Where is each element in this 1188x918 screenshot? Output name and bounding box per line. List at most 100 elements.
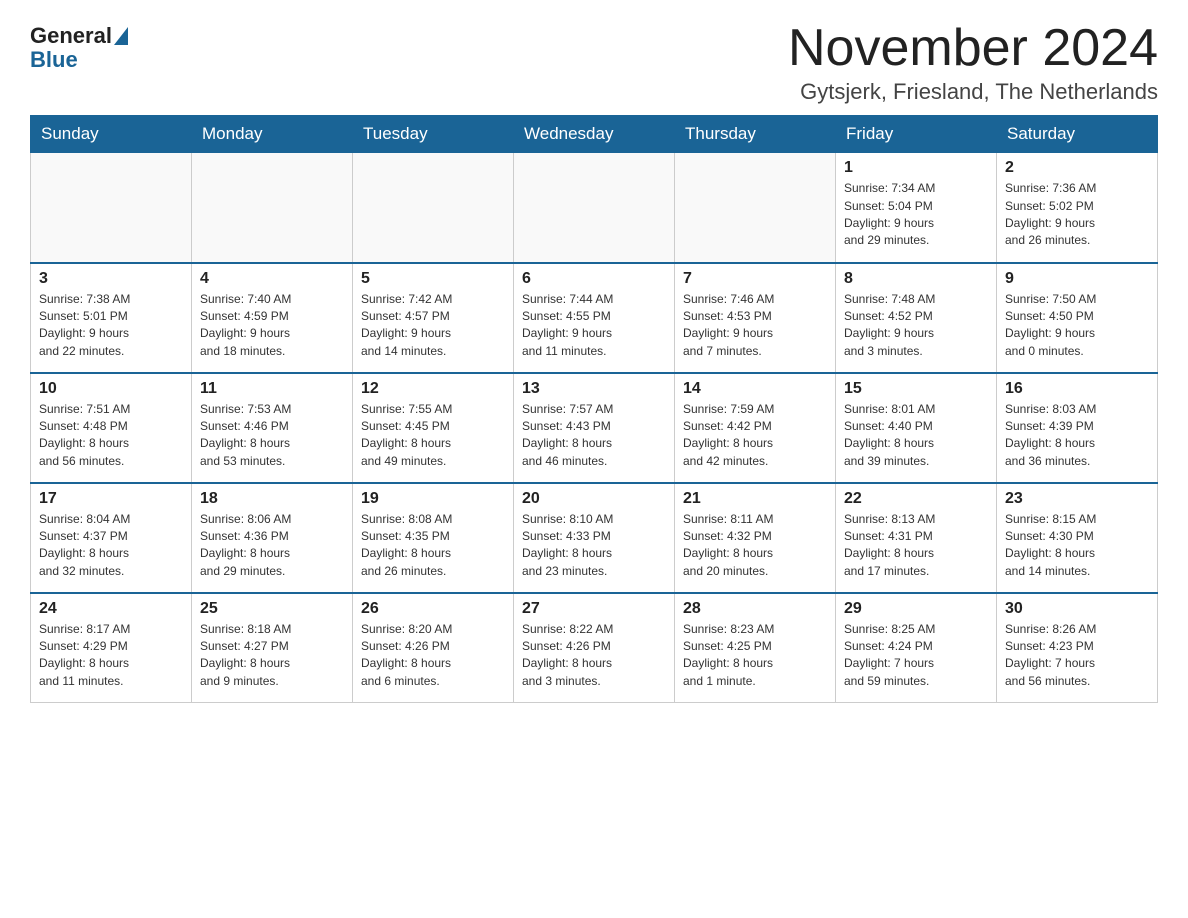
weekday-header-friday: Friday [836, 116, 997, 153]
day-info: Sunrise: 8:03 AM Sunset: 4:39 PM Dayligh… [1005, 401, 1149, 471]
calendar-cell [192, 153, 353, 263]
calendar-cell: 11Sunrise: 7:53 AM Sunset: 4:46 PM Dayli… [192, 373, 353, 483]
calendar-cell: 29 Sunrise: 8:25 AM Sunset: 4:24 PM Dayli… [836, 593, 997, 703]
day-info: Sunrise: 7:48 AM Sunset: 4:52 PM Dayligh… [844, 291, 988, 361]
day-info: Sunrise: 8:10 AM Sunset: 4:33 PM Dayligh… [522, 511, 666, 581]
calendar-cell: 8 Sunrise: 7:48 AM Sunset: 4:52 PM Daylig… [836, 263, 997, 373]
logo: General Blue [30, 20, 130, 73]
calendar-week-row: 24Sunrise: 8:17 AM Sunset: 4:29 PM Dayli… [31, 593, 1158, 703]
calendar-week-row: 10 Sunrise: 7:51 AM Sunset: 4:48 PM Dayli… [31, 373, 1158, 483]
page-header: General Blue November 2024 Gytsjerk, Fri… [30, 20, 1158, 105]
day-number: 28 [683, 600, 827, 618]
day-info: Sunrise: 8:25 AM Sunset: 4:24 PM Dayligh… [844, 621, 988, 691]
day-number: 18 [200, 490, 344, 508]
calendar-cell: 3 Sunrise: 7:38 AM Sunset: 5:01 PM Daylig… [31, 263, 192, 373]
calendar-cell: 22Sunrise: 8:13 AM Sunset: 4:31 PM Dayli… [836, 483, 997, 593]
calendar-cell: 28 Sunrise: 8:23 AM Sunset: 4:25 PM Dayli… [675, 593, 836, 703]
day-info: Sunrise: 7:34 AM Sunset: 5:04 PM Dayligh… [844, 180, 988, 250]
calendar-cell: 20 Sunrise: 8:10 AM Sunset: 4:33 PM Dayli… [514, 483, 675, 593]
calendar-cell: 18 Sunrise: 8:06 AM Sunset: 4:36 PM Dayli… [192, 483, 353, 593]
calendar-cell: 5 Sunrise: 7:42 AM Sunset: 4:57 PM Daylig… [353, 263, 514, 373]
calendar-cell: 23Sunrise: 8:15 AM Sunset: 4:30 PM Dayli… [997, 483, 1158, 593]
day-info: Sunrise: 8:18 AM Sunset: 4:27 PM Dayligh… [200, 621, 344, 691]
day-number: 23 [1005, 490, 1149, 508]
calendar-cell [353, 153, 514, 263]
day-info: Sunrise: 8:01 AM Sunset: 4:40 PM Dayligh… [844, 401, 988, 471]
weekday-header-saturday: Saturday [997, 116, 1158, 153]
day-number: 12 [361, 380, 505, 398]
day-info: Sunrise: 8:11 AM Sunset: 4:32 PM Dayligh… [683, 511, 827, 581]
calendar-cell: 6 Sunrise: 7:44 AM Sunset: 4:55 PM Daylig… [514, 263, 675, 373]
day-number: 1 [844, 159, 988, 177]
weekday-header-wednesday: Wednesday [514, 116, 675, 153]
day-number: 13 [522, 380, 666, 398]
day-info: Sunrise: 8:22 AM Sunset: 4:26 PM Dayligh… [522, 621, 666, 691]
weekday-header-tuesday: Tuesday [353, 116, 514, 153]
logo-blue-text: Blue [30, 47, 78, 72]
day-number: 20 [522, 490, 666, 508]
day-info: Sunrise: 8:23 AM Sunset: 4:25 PM Dayligh… [683, 621, 827, 691]
calendar-cell: 24Sunrise: 8:17 AM Sunset: 4:29 PM Dayli… [31, 593, 192, 703]
calendar-cell: 27 Sunrise: 8:22 AM Sunset: 4:26 PM Dayli… [514, 593, 675, 703]
day-number: 17 [39, 490, 183, 508]
day-info: Sunrise: 7:42 AM Sunset: 4:57 PM Dayligh… [361, 291, 505, 361]
day-number: 21 [683, 490, 827, 508]
calendar-cell: 12 Sunrise: 7:55 AM Sunset: 4:45 PM Dayli… [353, 373, 514, 483]
day-number: 16 [1005, 380, 1149, 398]
calendar-cell: 2 Sunrise: 7:36 AM Sunset: 5:02 PM Daylig… [997, 153, 1158, 263]
day-info: Sunrise: 8:04 AM Sunset: 4:37 PM Dayligh… [39, 511, 183, 581]
day-number: 30 [1005, 600, 1149, 618]
day-info: Sunrise: 7:44 AM Sunset: 4:55 PM Dayligh… [522, 291, 666, 361]
day-number: 10 [39, 380, 183, 398]
day-number: 22 [844, 490, 988, 508]
day-info: Sunrise: 8:06 AM Sunset: 4:36 PM Dayligh… [200, 511, 344, 581]
day-number: 27 [522, 600, 666, 618]
location-subtitle: Gytsjerk, Friesland, The Netherlands [788, 79, 1158, 105]
day-number: 6 [522, 270, 666, 288]
day-number: 24 [39, 600, 183, 618]
day-number: 2 [1005, 159, 1149, 177]
day-number: 29 [844, 600, 988, 618]
day-info: Sunrise: 7:50 AM Sunset: 4:50 PM Dayligh… [1005, 291, 1149, 361]
day-info: Sunrise: 8:08 AM Sunset: 4:35 PM Dayligh… [361, 511, 505, 581]
calendar-cell [675, 153, 836, 263]
calendar-week-row: 3 Sunrise: 7:38 AM Sunset: 5:01 PM Daylig… [31, 263, 1158, 373]
day-info: Sunrise: 7:36 AM Sunset: 5:02 PM Dayligh… [1005, 180, 1149, 250]
calendar-cell: 30 Sunrise: 8:26 AM Sunset: 4:23 PM Dayli… [997, 593, 1158, 703]
day-number: 15 [844, 380, 988, 398]
day-number: 9 [1005, 270, 1149, 288]
day-number: 14 [683, 380, 827, 398]
day-number: 19 [361, 490, 505, 508]
calendar-cell: 25 Sunrise: 8:18 AM Sunset: 4:27 PM Dayli… [192, 593, 353, 703]
calendar-cell: 15 Sunrise: 8:01 AM Sunset: 4:40 PM Dayli… [836, 373, 997, 483]
calendar-week-row: 17 Sunrise: 8:04 AM Sunset: 4:37 PM Dayli… [31, 483, 1158, 593]
day-info: Sunrise: 7:40 AM Sunset: 4:59 PM Dayligh… [200, 291, 344, 361]
weekday-header-thursday: Thursday [675, 116, 836, 153]
calendar-cell: 7 Sunrise: 7:46 AM Sunset: 4:53 PM Daylig… [675, 263, 836, 373]
day-number: 3 [39, 270, 183, 288]
calendar-cell: 4Sunrise: 7:40 AM Sunset: 4:59 PM Daylig… [192, 263, 353, 373]
day-number: 25 [200, 600, 344, 618]
day-info: Sunrise: 7:53 AM Sunset: 4:46 PM Dayligh… [200, 401, 344, 471]
day-info: Sunrise: 7:51 AM Sunset: 4:48 PM Dayligh… [39, 401, 183, 471]
calendar-cell [31, 153, 192, 263]
day-info: Sunrise: 7:59 AM Sunset: 4:42 PM Dayligh… [683, 401, 827, 471]
weekday-header-row: SundayMondayTuesdayWednesdayThursdayFrid… [31, 116, 1158, 153]
month-title: November 2024 [788, 20, 1158, 77]
day-info: Sunrise: 8:26 AM Sunset: 4:23 PM Dayligh… [1005, 621, 1149, 691]
day-number: 5 [361, 270, 505, 288]
calendar-cell: 17 Sunrise: 8:04 AM Sunset: 4:37 PM Dayli… [31, 483, 192, 593]
day-info: Sunrise: 7:38 AM Sunset: 5:01 PM Dayligh… [39, 291, 183, 361]
calendar-cell: 16 Sunrise: 8:03 AM Sunset: 4:39 PM Dayli… [997, 373, 1158, 483]
calendar-cell: 9 Sunrise: 7:50 AM Sunset: 4:50 PM Daylig… [997, 263, 1158, 373]
day-number: 8 [844, 270, 988, 288]
day-info: Sunrise: 7:55 AM Sunset: 4:45 PM Dayligh… [361, 401, 505, 471]
calendar-cell [514, 153, 675, 263]
calendar-cell: 10 Sunrise: 7:51 AM Sunset: 4:48 PM Dayli… [31, 373, 192, 483]
calendar-cell: 1 Sunrise: 7:34 AM Sunset: 5:04 PM Daylig… [836, 153, 997, 263]
day-number: 26 [361, 600, 505, 618]
calendar-cell: 21 Sunrise: 8:11 AM Sunset: 4:32 PM Dayli… [675, 483, 836, 593]
day-number: 7 [683, 270, 827, 288]
day-info: Sunrise: 7:46 AM Sunset: 4:53 PM Dayligh… [683, 291, 827, 361]
weekday-header-sunday: Sunday [31, 116, 192, 153]
